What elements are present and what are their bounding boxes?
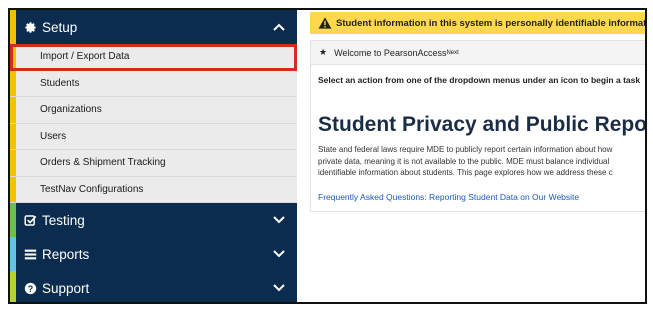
sidebar-item-users[interactable]: Users bbox=[10, 124, 297, 150]
setup-stripe bbox=[10, 10, 16, 44]
body-line: private data, meaning it is not availabl… bbox=[318, 156, 610, 166]
list-icon bbox=[23, 247, 37, 261]
question-circle-icon: ? bbox=[23, 281, 37, 295]
sidebar-item-testnav-configurations[interactable]: TestNav Configurations bbox=[10, 177, 297, 203]
chevron-up-icon bbox=[273, 23, 285, 31]
support-label: Support bbox=[42, 280, 90, 296]
checkbox-icon bbox=[23, 213, 37, 227]
welcome-superscript: Next bbox=[446, 49, 459, 56]
sidebar-section-setup[interactable]: Setup bbox=[10, 10, 297, 44]
body-paragraph: State and federal laws require MDE to pu… bbox=[318, 144, 645, 179]
body-line: identifiable information about students.… bbox=[318, 168, 613, 177]
reports-stripe bbox=[10, 237, 16, 271]
star-icon: ★ bbox=[319, 47, 328, 57]
sidebar-section-support[interactable]: ? Support bbox=[10, 271, 297, 302]
instruction-text: Select an action from one of the dropdow… bbox=[318, 75, 641, 85]
pii-alert-banner: Student information in this system is pe… bbox=[310, 12, 647, 34]
reports-label: Reports bbox=[42, 246, 90, 262]
sidebar-section-reports[interactable]: Reports bbox=[10, 237, 297, 271]
page-title: Student Privacy and Public Reports bbox=[318, 113, 647, 136]
svg-text:?: ? bbox=[27, 283, 32, 293]
faq-link[interactable]: Frequently Asked Questions: Reporting St… bbox=[318, 192, 579, 202]
sidebar-item-import-export-data[interactable]: Import / Export Data bbox=[10, 44, 297, 71]
alert-text: Student information in this system is pe… bbox=[336, 17, 647, 29]
panel-header: ★ Welcome to PearsonAccess Next bbox=[311, 41, 645, 65]
sidebar-section-testing[interactable]: Testing bbox=[10, 203, 297, 237]
sidebar-item-orders-shipment-tracking[interactable]: Orders & Shipment Tracking bbox=[10, 150, 297, 177]
app-window: Setup Import / Export Data Students Orga… bbox=[8, 8, 647, 304]
body-line: State and federal laws require MDE to pu… bbox=[318, 145, 613, 154]
chevron-down-icon bbox=[273, 284, 285, 292]
sidebar-item-students[interactable]: Students bbox=[10, 71, 297, 97]
sidebar: Setup Import / Export Data Students Orga… bbox=[10, 10, 297, 302]
welcome-panel: ★ Welcome to PearsonAccess Next Select an… bbox=[310, 40, 647, 212]
chevron-down-icon bbox=[273, 216, 285, 224]
setup-label: Setup bbox=[42, 19, 78, 35]
chevron-down-icon bbox=[273, 250, 285, 258]
support-stripe bbox=[10, 271, 16, 302]
sidebar-item-organizations[interactable]: Organizations bbox=[10, 97, 297, 124]
warning-icon bbox=[318, 17, 332, 29]
welcome-text: Welcome to PearsonAccess bbox=[334, 47, 447, 58]
gear-icon bbox=[23, 20, 37, 34]
testing-label: Testing bbox=[42, 212, 85, 228]
testing-stripe bbox=[10, 203, 16, 237]
main-content: Student information in this system is pe… bbox=[310, 10, 647, 212]
setup-submenu: Import / Export Data Students Organizati… bbox=[10, 44, 297, 203]
